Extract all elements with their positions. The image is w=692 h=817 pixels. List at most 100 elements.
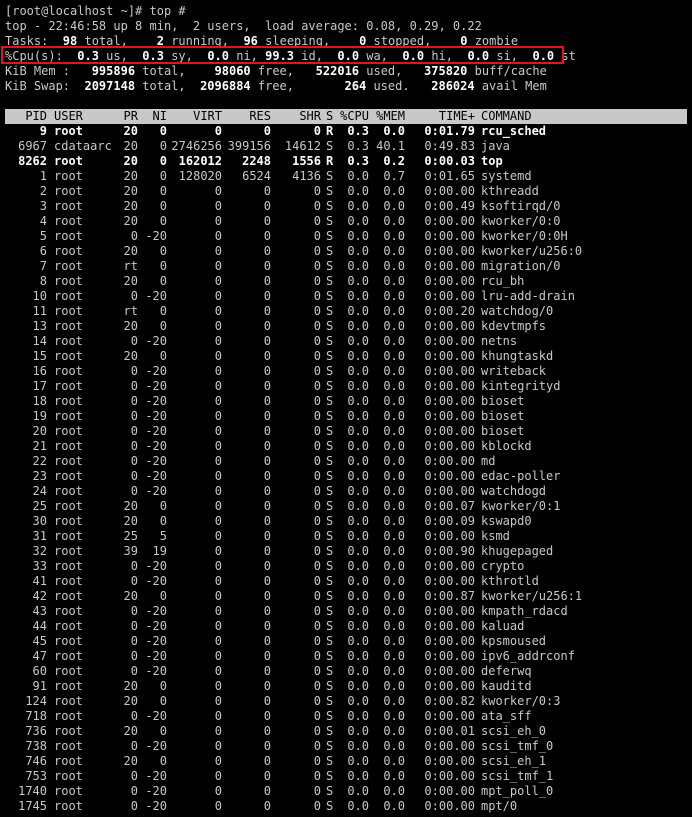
cell-cmd: ata_sff [481,709,532,723]
cell-ni: 0 [159,244,167,258]
cell-res: 0 [263,289,271,303]
cell-user: root [54,664,83,678]
cell-time: 0:00.00 [424,289,475,303]
process-row: 91 root 20 0 0 0 0 S 0.0 0.0 0:00.00 kauditd [0,679,692,694]
cell-time: 0:00.90 [424,544,475,558]
cell-virt: 0 [214,634,222,648]
mem-line: KiB Mem : 995896 total, 98060 free, 5220… [5,64,547,79]
cell-user: root [54,649,83,663]
cell-shr: 0 [313,364,321,378]
cell-cpu: 0.0 [347,229,369,243]
cell-shr: 0 [313,724,321,738]
cell-time: 0:00.87 [424,589,475,603]
cell-res: 0 [263,724,271,738]
column-header-ni: NI [152,109,167,123]
cell-virt: 0 [214,544,222,558]
cell-ni: 0 [159,304,167,318]
cell-user: root [54,349,83,363]
cell-pr: 0 [130,619,138,633]
cell-pid: 736 [25,724,47,738]
cell-cpu: 0.0 [347,424,369,438]
cell-pr: 0 [130,664,138,678]
cell-pid: 31 [32,529,47,543]
cell-pid: 33 [32,559,47,573]
column-header-s: S [326,109,334,123]
process-row: 31 root 25 5 0 0 0 S 0.0 0.0 0:00.00 ksmd [0,529,692,544]
cell-user: root [54,214,83,228]
cell-cmd: scsi_eh_0 [481,724,547,738]
cell-pr: rt [123,304,138,318]
cell-cmd: kdevtmpfs [481,319,547,333]
process-row: 124 root 20 0 0 0 0 S 0.0 0.0 0:00.82 kworker/0:3 [0,694,692,709]
cell-cmd: bioset [481,409,525,423]
cell-virt: 2746256 [171,139,222,153]
cell-res: 0 [263,439,271,453]
cell-shr: 0 [313,529,321,543]
cell-ni: -20 [145,484,167,498]
cell-mem: 0.0 [383,364,405,378]
cell-s: S [326,424,334,438]
cell-ni: 0 [159,169,167,183]
cell-ni: 0 [159,184,167,198]
cell-shr: 0 [313,349,321,363]
cell-cmd: rcu_sched [481,124,547,138]
cell-ni: -20 [145,439,167,453]
cell-ni: -20 [145,664,167,678]
cell-cpu: 0.0 [347,724,369,738]
cell-pr: 0 [130,709,138,723]
cell-pr: 20 [123,319,138,333]
cell-shr: 0 [313,634,321,648]
cell-cmd: systemd [481,169,532,183]
cell-user: root [54,694,83,708]
cell-pr: 0 [130,364,138,378]
cell-shr: 0 [313,274,321,288]
cell-shr: 0 [313,124,321,138]
cell-shr: 0 [313,574,321,588]
process-row: 753 root 0 -20 0 0 0 S 0.0 0.0 0:00.00 scsi_tmf_1 [0,769,692,784]
cell-s: S [326,229,334,243]
cell-pid: 753 [25,769,47,783]
cell-user: root [54,124,83,138]
cell-cmd: khugepaged [481,544,554,558]
cell-pr: 20 [123,724,138,738]
summary-value: used, [359,64,417,78]
cell-res: 0 [263,619,271,633]
process-row: 13 root 20 0 0 0 0 S 0.0 0.0 0:00.00 kdevtmpfs [0,319,692,334]
cell-mem: 0.0 [383,439,405,453]
cell-time: 0:00.82 [424,694,475,708]
cell-pr: 0 [130,334,138,348]
cell-pid: 42 [32,589,47,603]
cell-pr: 20 [123,274,138,288]
cell-pid: 22 [32,454,47,468]
cell-time: 0:00.00 [424,754,475,768]
cell-shr: 0 [313,784,321,798]
cell-virt: 0 [214,619,222,633]
cell-time: 0:00.07 [424,499,475,513]
cell-mem: 0.0 [383,319,405,333]
cell-virt: 0 [214,469,222,483]
cell-s: S [326,709,334,723]
cell-virt: 0 [214,334,222,348]
process-row: 20 root 0 -20 0 0 0 S 0.0 0.0 0:00.00 bioset [0,424,692,439]
cell-time: 0:00.00 [424,709,475,723]
cell-time: 0:00.00 [424,559,475,573]
cell-s: S [326,514,334,528]
cell-user: root [54,379,83,393]
cell-virt: 0 [214,649,222,663]
cell-pid: 32 [32,544,47,558]
terminal-window[interactable]: [root@localhost ~]# top # top - 22:46:58… [0,0,692,817]
cell-ni: -20 [145,784,167,798]
shell-prompt: [root@localhost ~]# top # [5,4,186,18]
cell-res: 0 [263,634,271,648]
cell-virt: 0 [214,379,222,393]
cell-res: 0 [263,214,271,228]
column-header-user: USER [54,109,83,123]
cell-cmd: netns [481,334,518,348]
cell-cmd: migration/0 [481,259,561,273]
cell-cpu: 0.3 [347,124,369,138]
cell-res: 0 [263,664,271,678]
cell-time: 0:00.00 [424,784,475,798]
cell-res: 0 [263,124,271,138]
cell-s: S [326,799,334,813]
cell-time: 0:00.00 [424,244,475,258]
